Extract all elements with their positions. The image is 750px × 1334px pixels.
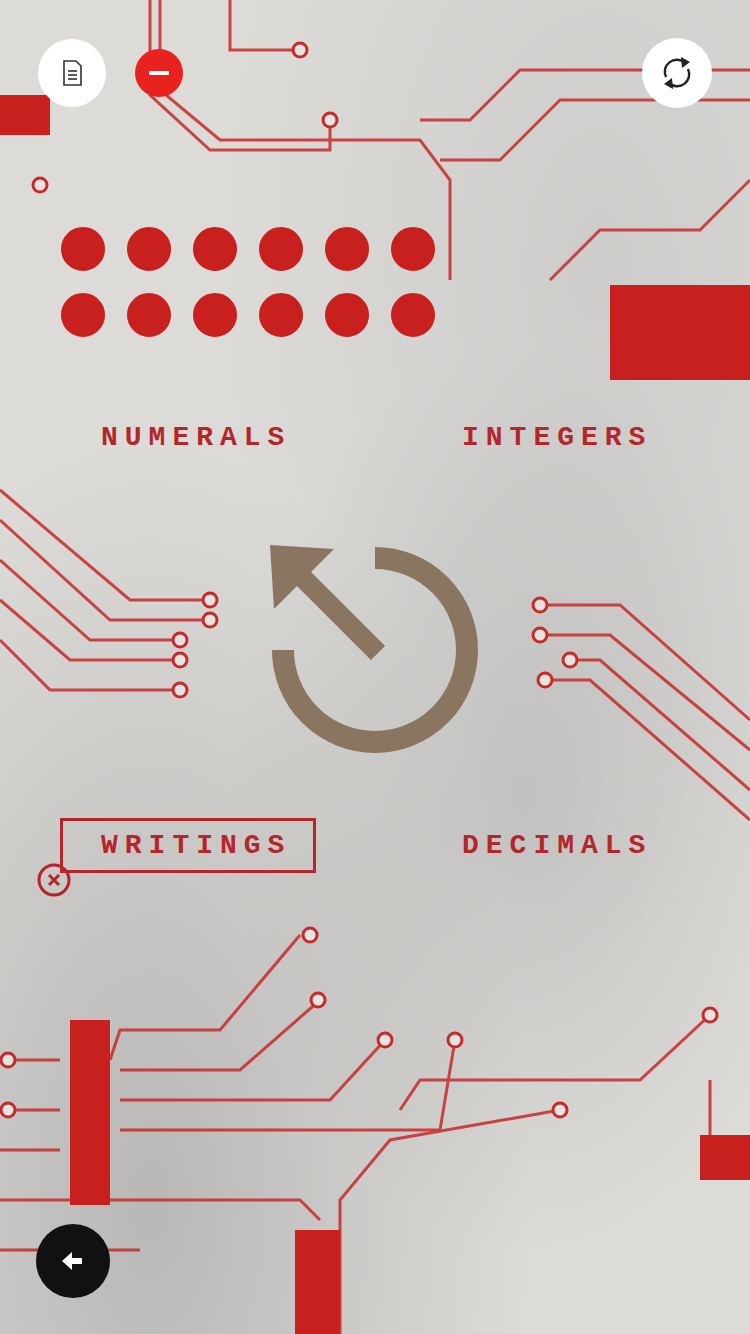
menu-screen: NUMERALS INTEGERS WRITINGS DECIMALS [0,0,750,1334]
bottom-bar [0,1224,750,1298]
progress-dot [259,227,303,271]
progress-dot [193,293,237,337]
menu-row: WRITINGS DECIMALS [0,818,750,873]
progress-dot [391,227,435,271]
progress-dot [391,293,435,337]
back-arrow-icon [62,1250,84,1272]
back-button[interactable] [36,1224,110,1298]
menu-item[interactable]: NUMERALS [60,410,316,465]
remove-button[interactable] [135,49,183,97]
progress-dot [61,293,105,337]
top-bar [0,0,750,108]
progress-dot [325,293,369,337]
reset-button[interactable] [270,545,480,755]
close-icon [36,862,72,898]
progress-dot [127,293,171,337]
progress-dot [61,227,105,271]
refresh-button[interactable] [642,38,712,108]
refresh-icon [657,53,697,93]
progress-dot [193,227,237,271]
menu-item[interactable]: INTEGERS [421,410,677,465]
menu-item[interactable]: WRITINGS [60,818,316,873]
document-icon [57,58,87,88]
menu-row: NUMERALS INTEGERS [0,410,750,465]
progress-dot [127,227,171,271]
progress-dot [325,227,369,271]
progress-dots [0,227,750,337]
menu-item[interactable]: DECIMALS [421,818,677,873]
notes-button[interactable] [38,39,106,107]
progress-dot [259,293,303,337]
minus-icon [147,61,171,85]
reset-icon [270,545,480,755]
